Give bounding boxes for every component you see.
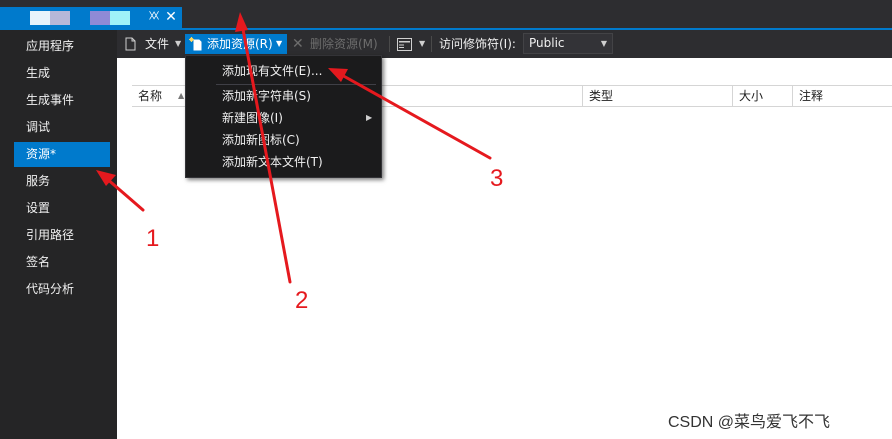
menu-item-add-new-text-file[interactable]: 添加新文本文件(T) bbox=[222, 152, 372, 172]
tab-title-redacted-block bbox=[110, 11, 130, 25]
sidebar-item-build[interactable]: 生成 bbox=[14, 61, 110, 86]
add-resource-icon bbox=[189, 37, 202, 51]
add-resource-button[interactable]: 添加资源(R) ▼ bbox=[185, 34, 287, 54]
pin-icon[interactable]: ⯵ bbox=[147, 10, 161, 24]
sidebar-item-services[interactable]: 服务 bbox=[14, 169, 110, 194]
menu-item-add-new-string[interactable]: 添加新字符串(S) bbox=[222, 86, 372, 106]
access-modifier-select[interactable]: Public ▼ bbox=[523, 33, 613, 54]
file-type-label: 文件 bbox=[145, 37, 170, 51]
toolbar-separator bbox=[431, 36, 432, 52]
view-dropdown[interactable]: ▼ bbox=[397, 34, 429, 54]
toolbar-separator bbox=[389, 36, 390, 52]
sidebar-item-signing[interactable]: 签名 bbox=[14, 250, 110, 275]
access-modifier-value: Public bbox=[529, 36, 565, 50]
menu-item-new-image[interactable]: 新建图像(I) bbox=[222, 108, 372, 128]
tab-title-redacted-block bbox=[90, 11, 110, 25]
column-header-type[interactable]: 类型 bbox=[583, 86, 733, 106]
chevron-down-icon: ▼ bbox=[600, 39, 607, 48]
watermark: CSDN @菜鸟爱飞不飞 bbox=[668, 414, 831, 431]
add-resource-label: 添加资源(R) bbox=[207, 37, 273, 51]
submenu-arrow-icon: ▶ bbox=[366, 113, 373, 122]
sidebar-item-reference-paths[interactable]: 引用路径 bbox=[14, 223, 110, 248]
sidebar-item-resources[interactable]: 资源* bbox=[14, 142, 130, 167]
tab-title-redacted-block bbox=[50, 11, 70, 25]
tab-title-redacted-block bbox=[30, 11, 50, 25]
sidebar-item-code-analysis[interactable]: 代码分析 bbox=[14, 277, 110, 302]
column-header-comment[interactable]: 注释 bbox=[793, 86, 892, 106]
sort-arrow-icon: ▲ bbox=[178, 91, 185, 100]
column-header-size[interactable]: 大小 bbox=[733, 86, 793, 106]
menu-separator bbox=[216, 84, 376, 85]
delete-icon: ✕ bbox=[292, 36, 304, 52]
annotation-number-3: 3 bbox=[490, 165, 504, 192]
sidebar-item-settings[interactable]: 设置 bbox=[14, 196, 110, 221]
sidebar-item-label: 资源* bbox=[26, 147, 57, 161]
chevron-down-icon: ▼ bbox=[276, 39, 283, 48]
sidebar-item-application[interactable]: 应用程序 bbox=[14, 34, 110, 59]
annotation-number-1: 1 bbox=[146, 225, 160, 252]
sidebar: 应用程序 生成 生成事件 调试 资源* 服务 设置 引用路径 签名 代码分析 bbox=[0, 30, 130, 439]
chevron-down-icon: ▼ bbox=[419, 39, 426, 48]
sidebar-item-debug[interactable]: 调试 bbox=[14, 115, 110, 140]
close-icon[interactable]: ✕ bbox=[163, 9, 179, 25]
resource-toolbar: 文件 ▼ 添加资源(R) ▼ ✕ 删除资源(M) ▼ 访问修饰符(I): Pub… bbox=[117, 30, 892, 58]
menu-item-add-existing-file[interactable]: 添加现有文件(E)... bbox=[222, 61, 372, 81]
column-name-label: 名称 bbox=[138, 89, 163, 103]
annotation-number-2: 2 bbox=[295, 287, 309, 314]
access-modifier-label: 访问修饰符(I): bbox=[439, 37, 516, 51]
file-icon bbox=[125, 37, 136, 51]
add-resource-menu: 添加现有文件(E)... 添加新字符串(S) 新建图像(I) ▶ 添加新图标(C… bbox=[185, 55, 382, 178]
view-icon bbox=[397, 38, 412, 51]
sidebar-item-build-events[interactable]: 生成事件 bbox=[14, 88, 110, 113]
delete-resource-label: 删除资源(M) bbox=[310, 37, 378, 51]
file-type-dropdown[interactable]: 文件 ▼ bbox=[123, 34, 185, 54]
menu-item-add-new-icon[interactable]: 添加新图标(C) bbox=[222, 130, 372, 150]
document-tab[interactable]: ⯵ ✕ bbox=[0, 7, 182, 28]
chevron-down-icon: ▼ bbox=[175, 39, 182, 48]
delete-resource-button[interactable]: ✕ 删除资源(M) bbox=[290, 34, 385, 54]
